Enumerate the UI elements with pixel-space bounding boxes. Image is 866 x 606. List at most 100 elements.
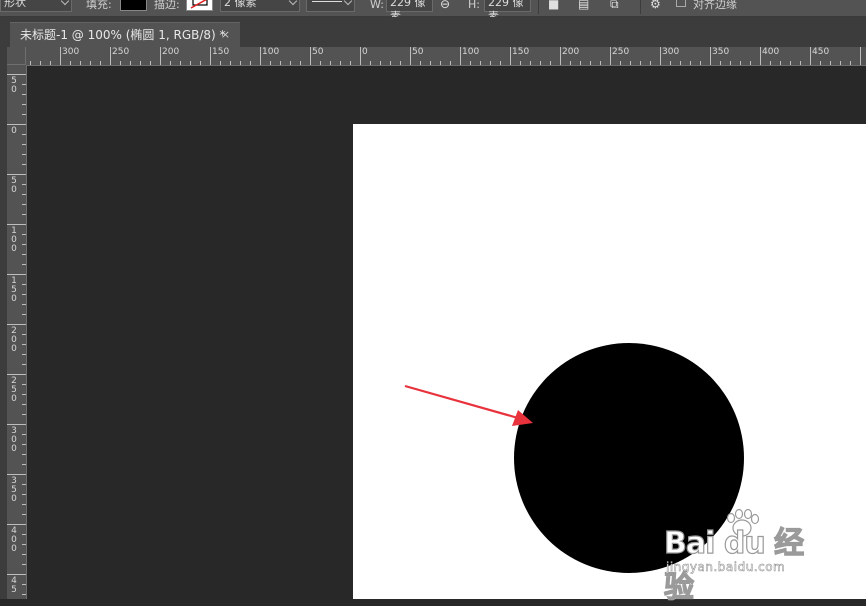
height-field[interactable]: 229 像素 [484,0,531,23]
ruler-h-tick [390,61,391,65]
ruler-v-tick [22,584,26,585]
ruler-h-tick [90,61,91,65]
ruler-v-tick [22,544,26,545]
ruler-h-tick [360,47,361,65]
tool-mode-dropdown[interactable]: 形状 [0,0,72,12]
ruler-h-tick [830,61,831,65]
arrow-head [512,410,533,426]
ruler-h-tick [740,61,741,65]
ruler-origin[interactable] [7,47,26,65]
chevron-down-icon [288,0,298,6]
ruler-h-tick [210,47,211,65]
ruler-h-tick [630,61,631,65]
width-field[interactable]: 229 像素 [386,0,433,23]
ruler-h-tick [650,61,651,65]
ruler-v-tick [22,184,26,185]
ruler-v-label: 2 0 0 [11,326,17,354]
annotation-arrow [404,384,533,426]
link-icon[interactable]: ⊖ [440,0,450,12]
fill-swatch[interactable] [120,0,147,11]
ruler-v-tick [22,534,26,535]
ruler-h-tick [750,61,751,65]
ruler-v-tick [22,284,26,285]
ruler-v-tick [7,174,26,175]
ruler-h-tick [140,61,141,65]
ruler-v-tick [22,134,26,135]
ruler-h-tick [730,61,731,65]
ruler-h-tick [850,61,851,65]
ruler-h-tick [820,61,821,65]
ruler-h-tick [100,61,101,65]
ruler-h-tick [800,61,801,65]
ruler-v-tick [7,524,26,525]
ruler-v-tick [22,384,26,385]
chevron-down-icon [343,0,353,6]
ruler-v-tick [22,414,26,415]
stroke-line-icon [312,1,342,2]
ruler-h-label: 350 [712,47,730,57]
ruler-v-tick [22,304,26,305]
ruler-h-label: 300 [62,47,80,57]
ruler-h-tick [60,47,61,65]
ruler-h-tick [30,61,31,65]
stroke-swatch[interactable] [186,0,213,11]
stroke-type-dropdown[interactable] [306,0,355,12]
ruler-v-label: 5 0 [11,76,17,95]
ruler-h-tick [110,47,111,65]
ruler-h-label: 200 [162,47,180,57]
ruler-v-tick [22,204,26,205]
stroke-width-value: 2 像素 [224,0,257,9]
ruler-v-tick [22,264,26,265]
ruler-h-tick [350,61,351,65]
ruler-h-tick [440,61,441,65]
ruler-h-tick [420,61,421,65]
ruler-v-tick [7,374,26,375]
ruler-v-tick [22,554,26,555]
ruler-h-tick [400,61,401,65]
ruler-h-tick [290,61,291,65]
ruler-h-tick [310,47,311,65]
ruler-h-tick [770,61,771,65]
ruler-v-tick [7,224,26,225]
ruler-h-tick [50,61,51,65]
ruler-h-tick [330,61,331,65]
arrow-shaft [404,384,519,420]
path-alignment-icon[interactable]: ▤ [578,0,589,12]
ruler-v-tick [22,464,26,465]
ruler-h-tick [660,47,661,65]
ruler-h-tick [280,61,281,65]
align-edges-checkbox[interactable] [676,0,686,7]
ruler-v-tick [22,504,26,505]
ruler-h-tick [180,61,181,65]
separator [538,0,539,14]
ruler-v-tick [22,394,26,395]
stroke-width-dropdown[interactable]: 2 像素 [220,0,300,12]
ruler-h-tick [200,61,201,65]
ruler-h-label: 300 [662,47,680,57]
document-tab[interactable]: 未标题-1 @ 100% (椭圆 1, RGB/8) * × [10,22,240,47]
ruler-v-tick [22,254,26,255]
vertical-ruler[interactable]: 5 0 0 5 0 1 0 0 1 5 0 2 0 0 2 5 0 3 0 0 3 5 0 4 0… [7,65,27,599]
ruler-v-tick [7,274,26,275]
path-arrangement-icon[interactable]: ⧉ [610,0,619,12]
ruler-h-tick [250,61,251,65]
path-operations-icon[interactable]: ■ [548,0,559,12]
close-icon[interactable]: × [221,23,230,47]
document-tab-bar: 未标题-1 @ 100% (椭圆 1, RGB/8) * × [0,17,866,47]
ruler-h-tick [530,61,531,65]
ruler-v-tick [22,564,26,565]
ruler-h-tick [640,61,641,65]
ruler-h-tick [510,47,511,65]
ruler-v-tick [22,94,26,95]
ruler-v-tick [22,484,26,485]
horizontal-ruler[interactable]: 300 250 200 150 100 50 0 50 100 150 200 250 300 350 40… [26,47,866,66]
tool-mode-value: 形状 [4,0,26,9]
ruler-v-label: 3 0 0 [11,426,17,454]
gear-icon[interactable]: ⚙ [650,0,661,12]
ruler-h-tick [370,61,371,65]
chevron-down-icon [60,0,70,6]
ruler-v-label: 2 5 0 [11,376,17,404]
ruler-v-tick [22,104,26,105]
ruler-v-tick [7,424,26,425]
separator [640,0,641,14]
